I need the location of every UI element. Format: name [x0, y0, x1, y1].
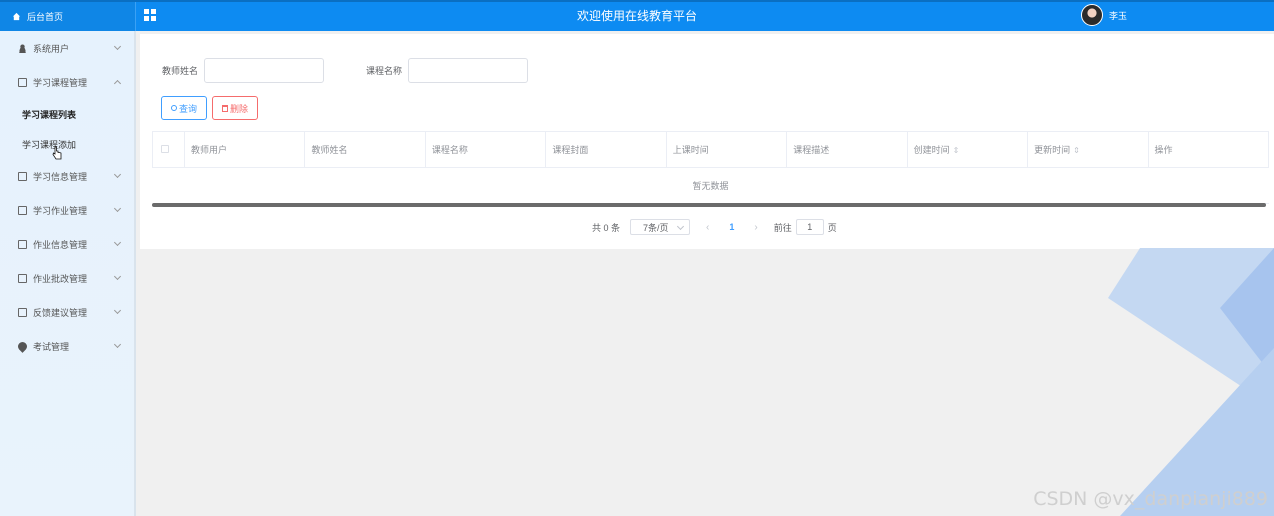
background-decoration — [1108, 248, 1274, 516]
page-unit: 页 — [827, 222, 837, 233]
delete-button[interactable]: 删除 — [212, 96, 258, 120]
sidebar-item-study-homework[interactable]: 学习作业管理 — [0, 193, 134, 227]
teacher-name-label: 教师姓名 — [162, 66, 199, 76]
chevron-down-icon — [113, 238, 122, 247]
trash-icon — [221, 104, 228, 112]
location-pin-icon — [16, 339, 29, 353]
chevron-down-icon — [113, 272, 122, 281]
course-name-label: 课程名称 — [366, 66, 403, 76]
sidebar-subitem-course-list[interactable]: 学习课程列表 — [0, 99, 134, 129]
sidebar-item-exam[interactable]: 考试管理 — [0, 329, 134, 363]
empty-text: 暂无数据 — [152, 167, 1269, 204]
sort-icon[interactable]: ⇕ — [1073, 146, 1080, 155]
sidebar-item-label: 作业批改管理 — [33, 273, 88, 284]
document-icon — [18, 77, 27, 87]
sidebar-item-course-management[interactable]: 学习课程管理 — [0, 65, 134, 99]
sidebar-item-label: 反馈建议管理 — [33, 307, 88, 318]
column-header: 上课时间 — [665, 131, 788, 168]
sidebar-item-label: 学习作业管理 — [33, 205, 88, 216]
avatar[interactable] — [1081, 4, 1103, 26]
query-button-label: 查询 — [178, 103, 197, 114]
column-header: 课程封面 — [545, 131, 667, 168]
user-menu[interactable]: 李玉 — [1081, 4, 1127, 26]
hand-cursor-icon — [52, 146, 62, 160]
sidebar-item-label: 考试管理 — [33, 341, 70, 352]
teacher-name-input[interactable] — [204, 58, 325, 83]
column-header: 课程描述 — [786, 131, 908, 168]
sortable-column-header[interactable]: 创建时间 ⇕ — [906, 131, 1029, 168]
course-name-input[interactable] — [408, 58, 529, 83]
content-card: 教师姓名 课程名称 查询 删除 教师用户 教师姓名 课程名称 课程封面 上课时间… — [140, 34, 1274, 249]
chevron-down-icon — [113, 306, 122, 315]
sidebar-item-homework-info[interactable]: 作业信息管理 — [0, 227, 134, 261]
document-icon — [18, 239, 27, 249]
query-button[interactable]: 查询 — [161, 96, 207, 120]
sidebar-item-homework-grading[interactable]: 作业批改管理 — [0, 261, 134, 295]
horizontal-scrollbar[interactable] — [152, 203, 1266, 207]
document-icon — [18, 273, 27, 283]
sidebar-item-label: 作业信息管理 — [33, 239, 88, 250]
chevron-down-icon — [113, 42, 122, 51]
goto-page-input[interactable] — [795, 219, 824, 235]
column-header: 教师姓名 — [304, 131, 426, 168]
sidebar-item-label: 学习信息管理 — [33, 171, 88, 182]
sortable-column-header[interactable]: 更新时间 ⇕ — [1027, 131, 1149, 168]
user-name: 李玉 — [1109, 10, 1128, 21]
delete-button-label: 删除 — [229, 103, 248, 114]
select-all-checkbox[interactable] — [152, 131, 185, 168]
document-icon — [18, 205, 27, 215]
course-table: 教师用户 教师姓名 课程名称 课程封面 上课时间 课程描述 创建时间 ⇕ 更新时间… — [152, 131, 1269, 204]
table-header-row: 教师用户 教师姓名 课程名称 课程封面 上课时间 课程描述 创建时间 ⇕ 更新时间… — [152, 131, 1269, 168]
column-header: 操作 — [1147, 131, 1269, 168]
chevron-up-icon — [113, 79, 122, 88]
column-header-label: 更新时间 — [1034, 145, 1071, 155]
chevron-down-icon — [113, 170, 122, 179]
column-header-label: 创建时间 — [913, 145, 950, 155]
watermark: CSDN @vx_danpianji889 — [1033, 488, 1268, 510]
sidebar-item-study-info[interactable]: 学习信息管理 — [0, 159, 134, 193]
column-header: 教师用户 — [183, 131, 306, 168]
top-bar: 后台首页 欢迎使用在线教育平台 李玉 — [0, 0, 1274, 31]
search-icon — [170, 105, 177, 111]
document-icon — [18, 307, 27, 317]
goto-label: 前往 — [773, 222, 792, 233]
document-icon — [18, 171, 27, 181]
page-number[interactable]: 1 — [729, 222, 734, 232]
page-size-value: 7条/页 — [643, 222, 669, 233]
column-header: 课程名称 — [424, 131, 547, 168]
pagination: 共 0 条 7条/页 ‹ 1 › 前往 页 — [592, 219, 837, 235]
prev-page-icon[interactable]: ‹ — [706, 222, 709, 233]
sidebar-subitem-course-add[interactable]: 学习课程添加 — [0, 129, 134, 159]
empty-row: 暂无数据 — [152, 167, 1269, 204]
user-icon — [18, 43, 27, 53]
search-form: 教师姓名 课程名称 — [162, 58, 529, 83]
sidebar-item-label: 系统用户 — [33, 43, 70, 54]
next-page-icon[interactable]: › — [754, 222, 757, 233]
chevron-down-icon — [113, 204, 122, 213]
sidebar-item-system-users[interactable]: 系统用户 — [0, 31, 134, 65]
page-size-select[interactable]: 7条/页 — [630, 219, 691, 235]
sidebar-item-label: 学习课程管理 — [33, 77, 88, 88]
total-count: 共 0 条 — [592, 222, 621, 233]
sidebar: 系统用户 学习课程管理 学习课程列表 学习课程添加 学习信息管理 学习作业管理 … — [0, 31, 136, 516]
sort-icon[interactable]: ⇕ — [953, 146, 960, 155]
sidebar-item-feedback[interactable]: 反馈建议管理 — [0, 295, 134, 329]
chevron-down-icon — [113, 340, 122, 349]
